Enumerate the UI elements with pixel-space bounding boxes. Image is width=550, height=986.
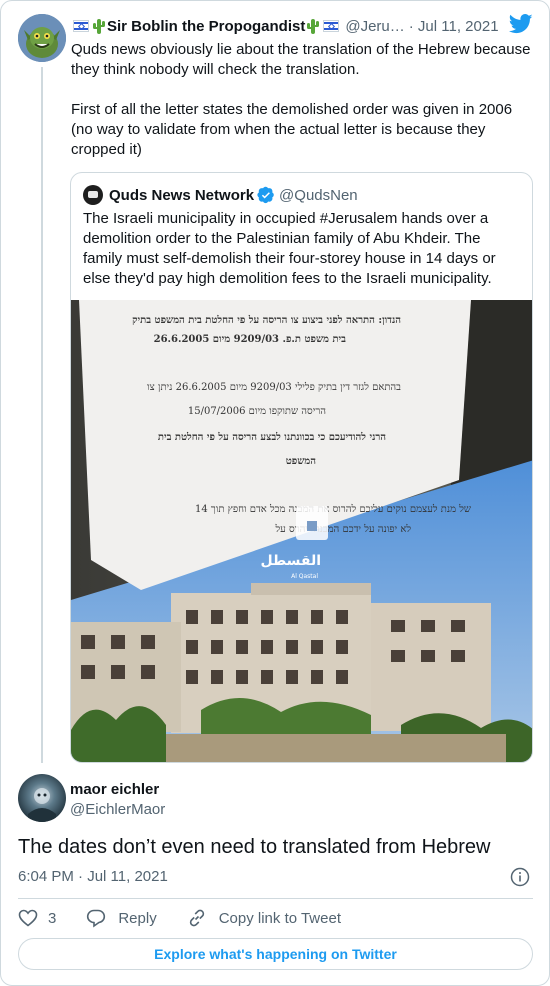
tweet-card: Sir Boblin the Propogandist @Jeru… · Jul… <box>0 0 550 986</box>
reply-icon <box>87 909 106 928</box>
heart-icon <box>18 909 38 927</box>
israel-flag-icon <box>73 20 89 32</box>
document-line: הריסה שתוקפו מיום 15/07/2006 <box>188 406 326 417</box>
reply-button[interactable]: Reply <box>86 908 157 928</box>
quoted-tweet-text: The Israeli municipality in occupied #Je… <box>83 210 496 287</box>
document-line: של מנת לעצמם נוקים עליכם להרוס את המבנה … <box>195 503 471 515</box>
quoted-tweet-header: Quds News Network @QudsNen <box>83 185 358 205</box>
document-line: המשפט <box>286 456 316 467</box>
document-line: לא יפונה על ידכם המבנה ייהרס על <box>274 523 411 535</box>
goblin-avatar[interactable] <box>18 14 66 62</box>
twitter-bird-icon[interactable] <box>509 14 533 34</box>
reply-author-handle[interactable]: @EichlerMaor <box>70 801 165 818</box>
document-line: הרני להודיעכם כי בכוונתנו לבצע הריסה על … <box>158 431 386 443</box>
document-line: הנדון: התראה לפני ביצוע צו הריסה על פי ה… <box>132 314 401 326</box>
svg-text:القسطل: القسطل <box>260 553 321 569</box>
thread-line <box>41 67 43 763</box>
quoted-tweet-photo[interactable]: הנדון: התראה לפני ביצוע צו הריסה על פי ה… <box>71 300 532 762</box>
tweet-actions: 3 Reply Copy link to Tweet <box>18 907 371 929</box>
cactus-icon <box>93 19 105 34</box>
copy-link-button[interactable]: Copy link to Tweet <box>187 908 341 928</box>
parent-tweet-paragraph: First of all the letter states the demol… <box>71 101 513 158</box>
divider <box>18 898 533 899</box>
copy-link-label: Copy link to Tweet <box>218 909 341 927</box>
quoted-tweet[interactable]: Quds News Network @QudsNen The Israeli m… <box>70 172 533 763</box>
reply-author-name[interactable]: maor eichler <box>70 781 159 798</box>
link-icon <box>189 909 204 927</box>
like-count: 3 <box>48 909 57 927</box>
document-line: בהתאם לגזר דין בתיק פלילי 9209/03 מיום 2… <box>147 381 401 393</box>
israel-flag-icon <box>323 20 340 32</box>
quoted-author-name[interactable]: Quds News Network <box>109 187 254 204</box>
quds-news-avatar <box>83 185 103 205</box>
info-icon[interactable] <box>510 867 530 887</box>
svg-text:Al Qastal: Al Qastal <box>291 573 318 580</box>
explore-twitter-button[interactable]: Explore what's happening on Twitter <box>18 938 533 970</box>
maor-avatar[interactable] <box>18 774 66 822</box>
parent-tweet-date[interactable]: · Jul 11, 2021 <box>409 18 499 35</box>
parent-author-name[interactable]: Sir Boblin the Propogandist <box>107 18 305 35</box>
reply-timestamp[interactable]: 6:04 PM · Jul 11, 2021 <box>18 868 168 885</box>
parent-author-handle[interactable]: @Jeru… <box>345 18 404 35</box>
document-line: בית משפט ת.פ. 9209/03 מיום 26.6.2005 <box>154 334 347 345</box>
like-button[interactable]: 3 <box>18 909 56 927</box>
cactus-icon <box>307 19 320 34</box>
parent-tweet-text: Quds news obviously lie about the transl… <box>71 40 536 180</box>
verified-badge-icon <box>257 186 274 204</box>
reply-label: Reply <box>118 909 157 927</box>
parent-tweet-header: Sir Boblin the Propogandist @Jeru… · Jul… <box>71 14 533 36</box>
quoted-author-handle[interactable]: @QudsNen <box>279 187 358 204</box>
parent-tweet-paragraph: Quds news obviously lie about the transl… <box>71 41 531 78</box>
reply-tweet-text: The dates don’t even need to translated … <box>18 836 491 858</box>
